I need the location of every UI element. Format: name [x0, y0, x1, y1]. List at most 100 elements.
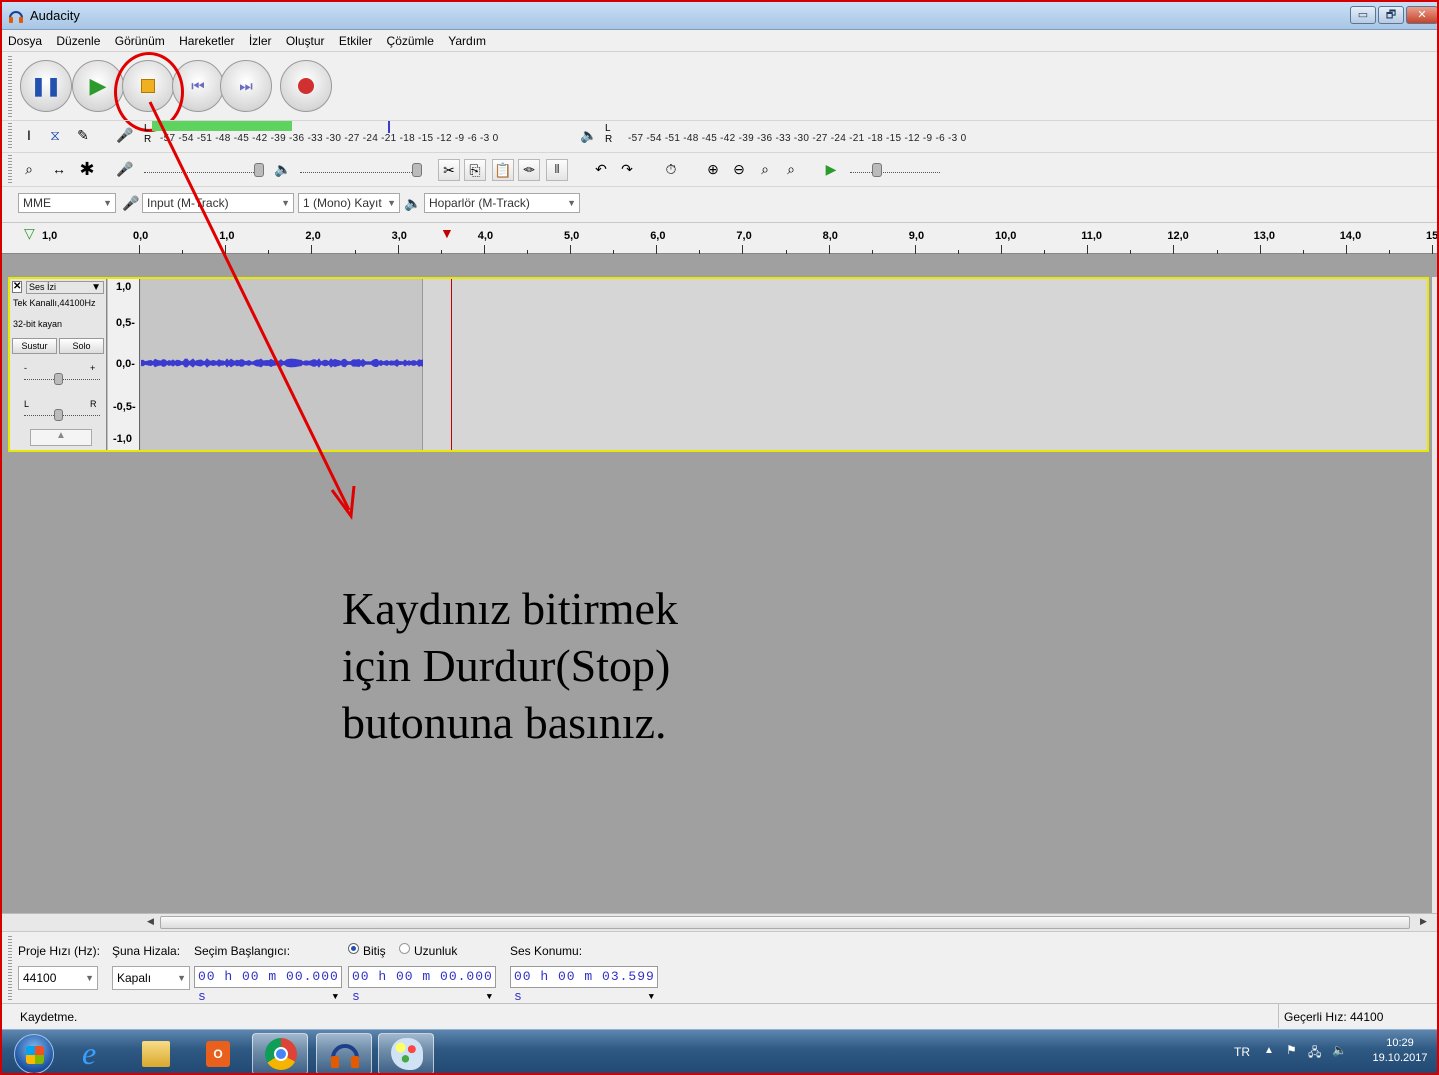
gain-plus-label: + — [90, 363, 96, 373]
project-rate-label: Proje Hızı (Hz): — [18, 944, 101, 958]
input-volume-slider[interactable] — [144, 171, 264, 173]
host-select[interactable]: MME ▼ — [18, 193, 116, 213]
menu-etkiler[interactable]: Etkiler — [333, 30, 377, 48]
solo-button[interactable]: Solo — [59, 338, 104, 354]
tray-expand-icon[interactable]: ▲ — [1264, 1045, 1274, 1056]
input-device-icon: 🎤 — [122, 195, 140, 211]
start-button[interactable] — [14, 1034, 54, 1073]
speaker-icon[interactable]: 🔈 — [578, 125, 600, 147]
length-radio[interactable] — [399, 943, 410, 954]
channels-select[interactable]: 1 (Mono) Kayıt ▼ — [298, 193, 400, 213]
selection-end-time[interactable]: 00 h 00 m 00.000 s ▼ — [348, 966, 496, 1004]
snap-select[interactable]: Kapalı ▼ — [112, 966, 190, 990]
envelope-tool-icon[interactable]: ⧖ — [44, 125, 66, 147]
gain-thumb[interactable] — [54, 373, 63, 385]
fit-project-icon[interactable]: ⌕ — [780, 159, 802, 181]
copy-button[interactable]: ⎘ — [464, 159, 486, 181]
output-device-select[interactable]: Hoparlör (M-Track) ▼ — [424, 193, 580, 213]
undo-icon[interactable]: ↶ — [590, 159, 612, 181]
skip-to-end-button[interactable]: ⏭ — [220, 60, 272, 112]
clock[interactable]: 10:29 19.10.2017 — [1372, 1036, 1428, 1066]
play-meter-scale[interactable]: -57 -54 -51 -48 -45 -42 -39 -36 -33 -30 … — [628, 133, 966, 144]
taskbar-paint[interactable] — [378, 1033, 434, 1073]
microphone-icon[interactable]: 🎤 — [114, 125, 136, 147]
taskbar-office[interactable]: O — [190, 1033, 246, 1073]
ruler-tick-line — [1259, 245, 1261, 254]
selection-start-value: 00 h 00 m 00.000 s — [198, 969, 339, 1004]
mute-button[interactable]: Sustur — [12, 338, 57, 354]
minimize-button[interactable]: ▭ — [1350, 6, 1376, 24]
taskbar-ie[interactable]: e — [68, 1033, 124, 1073]
output-volume-slider[interactable] — [300, 171, 422, 173]
record-button[interactable] — [280, 60, 332, 112]
silence-button[interactable]: ⫼ — [546, 159, 568, 181]
grip[interactable] — [8, 936, 12, 1000]
waveform-empty-region[interactable] — [423, 279, 1427, 450]
scroll-left-icon[interactable]: ◀ — [147, 916, 154, 927]
input-device-select[interactable]: Input (M-Track) ▼ — [142, 193, 294, 213]
play-speed-slider[interactable] — [850, 171, 940, 173]
menu-olustur[interactable]: Oluştur — [280, 30, 330, 48]
grip[interactable] — [8, 123, 12, 149]
pause-button[interactable]: ❚❚ — [20, 60, 72, 112]
zoom-tool-icon[interactable]: ⌕ — [18, 159, 40, 181]
track-close-button[interactable]: ✕ — [12, 281, 22, 293]
pan-thumb[interactable] — [54, 409, 63, 421]
ruler-tick-line — [1001, 245, 1002, 254]
taskbar-chrome[interactable] — [252, 1033, 308, 1073]
horizontal-scroll-thumb[interactable] — [160, 916, 1410, 929]
rec-meter-peak — [388, 121, 390, 133]
play-at-speed-icon[interactable]: ▶ — [820, 159, 842, 181]
timeshift-tool-icon[interactable]: ↔ — [48, 159, 70, 181]
zoom-out-icon[interactable]: ⊖ — [728, 159, 750, 181]
taskbar-audacity[interactable] — [316, 1033, 372, 1073]
rec-meter-scale[interactable]: -57 -54 -51 -48 -45 -42 -39 -36 -33 -30 … — [160, 133, 498, 144]
menu-gorunum[interactable]: Görünüm — [109, 30, 170, 48]
sync-lock-icon[interactable]: ⏱ — [660, 159, 682, 181]
menu-cozumle[interactable]: Çözümle — [381, 30, 439, 48]
selection-start-time[interactable]: 00 h 00 m 00.000 s ▼ — [194, 966, 342, 1004]
toolbar-grip[interactable] — [8, 56, 12, 118]
play-meter-channels: L R — [605, 123, 613, 145]
pan-right-label: R — [90, 399, 97, 409]
restore-button[interactable]: 🗗 — [1378, 6, 1404, 24]
project-rate-select[interactable]: 44100 ▼ — [18, 966, 98, 990]
menu-dosya[interactable]: Dosya — [2, 30, 47, 48]
language-indicator[interactable]: TR — [1234, 1045, 1250, 1059]
audio-track[interactable]: ✕ Ses İzi ▼ Tek Kanallı,44100Hz 32-bit ka… — [8, 277, 1429, 452]
end-radio-label: Bitiş — [363, 944, 386, 958]
trim-button[interactable]: ⫷⫸ — [518, 159, 540, 181]
selection-tool-icon[interactable]: I — [18, 125, 40, 147]
output-volume-thumb[interactable] — [412, 163, 422, 177]
play-speed-thumb[interactable] — [872, 163, 882, 177]
scroll-right-icon[interactable]: ▶ — [1420, 916, 1427, 927]
horizontal-scrollbar[interactable]: ◀ ▶ — [2, 913, 1437, 931]
input-volume-thumb[interactable] — [254, 163, 264, 177]
timeline-ruler[interactable]: ▽ 1,0 ▼ 0,0 1,0 2,0 3,0 4,0 5,0 6,0 7,0 8,0 9,0 10… — [2, 222, 1437, 254]
taskbar-explorer[interactable] — [128, 1033, 184, 1073]
volume-icon[interactable]: 🔈 — [1332, 1043, 1347, 1057]
menu-izler[interactable]: İzler — [243, 30, 277, 48]
redo-icon[interactable]: ↷ — [616, 159, 638, 181]
multi-tool-icon[interactable]: ✱ — [76, 159, 98, 181]
close-button[interactable]: ✕ — [1406, 6, 1437, 24]
device-row: MME ▼ 🎤 Input (M-Track) ▼ 1 (Mono) Kayıt ▼ … — [2, 186, 1437, 216]
paste-button[interactable]: 📋 — [492, 159, 514, 181]
end-radio[interactable] — [348, 943, 359, 954]
draw-tool-icon[interactable]: ✎ — [72, 125, 94, 147]
track-name-menu[interactable]: Ses İzi ▼ — [26, 281, 104, 294]
cut-button[interactable]: ✂ — [438, 159, 460, 181]
fit-selection-icon[interactable]: ⌕ — [754, 159, 776, 181]
zoom-in-icon[interactable]: ⊕ — [702, 159, 724, 181]
collapse-track-button[interactable]: ▲ — [30, 429, 92, 446]
track-control-panel: ✕ Ses İzi ▼ Tek Kanallı,44100Hz 32-bit ka… — [10, 279, 107, 450]
action-center-flag-icon[interactable]: ⚑ — [1286, 1043, 1297, 1057]
grip[interactable] — [8, 155, 12, 183]
menu-yardim[interactable]: Yardım — [442, 30, 491, 48]
audio-position-time[interactable]: 00 h 00 m 03.599 s ▼ — [510, 966, 658, 1004]
waveform-recorded[interactable] — [140, 279, 424, 450]
menu-duzenle[interactable]: Düzenle — [50, 30, 105, 48]
menu-hareketler[interactable]: Hareketler — [173, 30, 239, 48]
vertical-scrollbar[interactable] — [1432, 277, 1437, 913]
network-icon[interactable]: 🖧 — [1308, 1043, 1321, 1064]
